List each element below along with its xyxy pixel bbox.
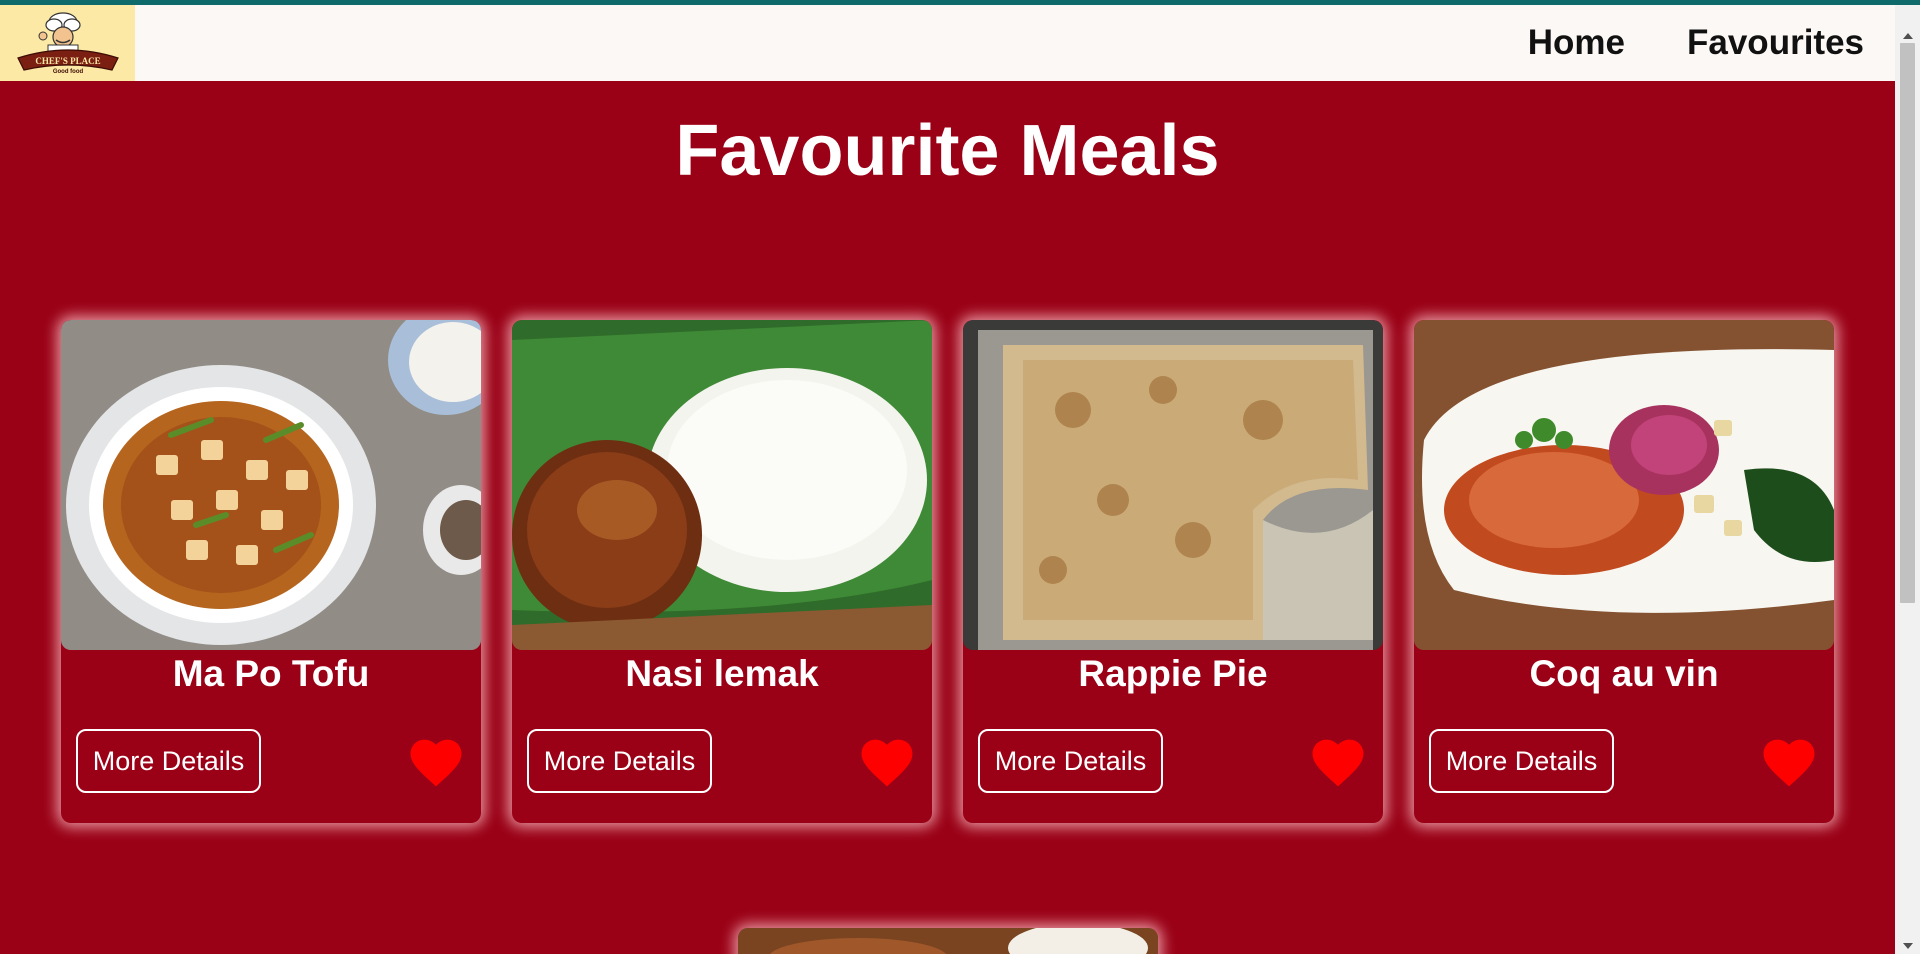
vertical-scrollbar[interactable] <box>1895 5 1920 954</box>
chef-logo-icon: CHEF'S PLACE Good food <box>16 12 119 75</box>
meal-title: Nasi lemak <box>625 653 819 694</box>
scroll-down-arrow-icon[interactable] <box>1895 937 1920 954</box>
more-details-button[interactable]: More Details <box>76 729 261 793</box>
meal-title: Ma Po Tofu <box>172 653 370 694</box>
page-title: Favourite Meals <box>675 111 1220 191</box>
meal-image <box>963 320 1383 650</box>
meal-card: Rappie Pie More Details <box>963 320 1383 823</box>
logo-text: CHEF'S PLACE <box>35 56 100 66</box>
meal-image <box>1414 320 1834 650</box>
more-details-button[interactable]: More Details <box>978 729 1163 793</box>
nav-home-link[interactable]: Home <box>1528 23 1625 63</box>
scrollbar-thumb[interactable] <box>1900 43 1915 603</box>
meal-title: Coq au vin <box>1529 653 1719 694</box>
nav-favourites-link[interactable]: Favourites <box>1687 23 1864 63</box>
meal-image <box>738 928 1158 954</box>
meal-image <box>61 320 481 650</box>
nav-links: Home Favourites <box>1528 5 1864 81</box>
heart-icon[interactable] <box>1307 732 1369 788</box>
meal-card: Nasi lemak More Details <box>512 320 932 823</box>
scroll-up-arrow-icon[interactable] <box>1895 27 1920 44</box>
meal-card-list: Ma Po Tofu More Details Nasi lemak More … <box>61 320 1834 823</box>
heart-icon[interactable] <box>405 732 467 788</box>
meal-title: Rappie Pie <box>1078 653 1268 694</box>
more-details-button[interactable]: More Details <box>1429 729 1614 793</box>
heart-icon[interactable] <box>856 732 918 788</box>
meal-card-partial <box>738 928 1158 954</box>
logo[interactable]: CHEF'S PLACE Good food <box>0 5 135 81</box>
more-details-button[interactable]: More Details <box>527 729 712 793</box>
navbar: CHEF'S PLACE Good food Home Favourites <box>0 5 1895 81</box>
meal-card: Coq au vin More Details <box>1414 320 1834 823</box>
heart-icon[interactable] <box>1758 732 1820 788</box>
logo-tagline: Good food <box>52 69 83 75</box>
meal-image <box>512 320 932 650</box>
meal-card: Ma Po Tofu More Details <box>61 320 481 823</box>
